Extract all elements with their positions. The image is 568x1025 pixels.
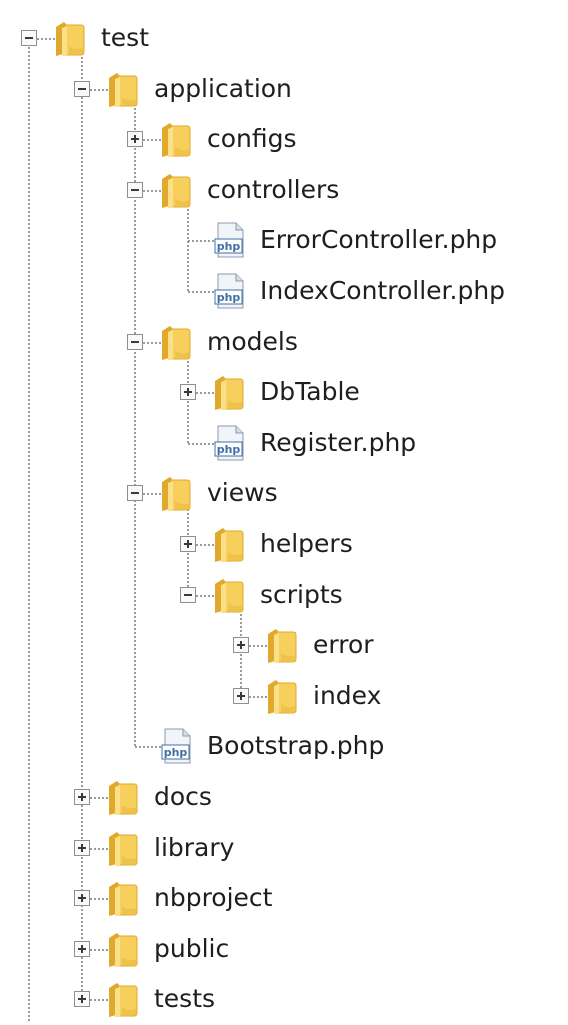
expand-index-toggle[interactable]	[233, 687, 249, 704]
tree-node-label[interactable]: Register.php	[260, 428, 416, 458]
tree-row-application[interactable]: application	[0, 65, 568, 115]
folder-icon	[159, 473, 193, 513]
tree-node-label[interactable]: IndexController.php	[260, 276, 505, 306]
expand-library-toggle[interactable]	[74, 839, 90, 856]
tree-row-library[interactable]: library	[0, 824, 568, 874]
collapse-views-toggle[interactable]	[127, 485, 143, 502]
folder-icon	[106, 878, 140, 918]
tree-node-label[interactable]: nbproject	[154, 883, 272, 913]
tree-row-error-controller[interactable]: php ErrorController.php	[0, 216, 568, 266]
collapse-test-toggle[interactable]	[21, 30, 37, 46]
folder-icon	[212, 524, 246, 564]
expand-error-toggle[interactable]	[233, 637, 249, 654]
tree-row-index[interactable]: index	[0, 672, 568, 722]
tree-node-label[interactable]: Bootstrap.php	[207, 731, 384, 761]
expand-tests-toggle[interactable]	[74, 991, 90, 1008]
php-file-icon: php	[159, 726, 193, 766]
expand-docs-toggle[interactable]	[74, 789, 90, 805]
tree-connector	[188, 442, 214, 445]
collapse-application-toggle[interactable]	[74, 80, 90, 97]
collapse-scripts-toggle[interactable]	[180, 586, 196, 603]
collapse-models-toggle[interactable]	[127, 333, 143, 350]
tree-node-label[interactable]: test	[101, 23, 149, 53]
tree-row-error[interactable]: error	[0, 621, 568, 671]
tree-node-label[interactable]: configs	[207, 124, 297, 154]
folder-icon	[106, 69, 140, 109]
folder-icon	[53, 18, 87, 58]
tree-row-index-controller[interactable]: php IndexController.php	[0, 267, 568, 317]
php-file-icon: php	[212, 220, 246, 260]
svg-text:php: php	[164, 746, 188, 759]
tree-node-label[interactable]: index	[313, 681, 381, 711]
folder-icon	[265, 676, 299, 716]
tree-row-docs[interactable]: docs	[0, 773, 568, 823]
expand-helpers-toggle[interactable]	[180, 536, 196, 552]
tree-row-models[interactable]: models	[0, 318, 568, 368]
tree-row-scripts[interactable]: scripts	[0, 571, 568, 621]
tree-node-label[interactable]: public	[154, 934, 229, 964]
tree-node-label[interactable]: views	[207, 478, 278, 508]
tree-node-label[interactable]: scripts	[260, 580, 343, 610]
tree-row-helpers[interactable]: helpers	[0, 520, 568, 570]
folder-icon	[159, 119, 193, 159]
folder-icon	[106, 929, 140, 969]
tree-node-label[interactable]: error	[313, 630, 374, 660]
expand-public-toggle[interactable]	[74, 940, 90, 957]
tree-node-label[interactable]: ErrorController.php	[260, 225, 497, 255]
svg-text:php: php	[217, 291, 241, 304]
tree-node-label[interactable]: library	[154, 833, 234, 863]
tree-node-label[interactable]: controllers	[207, 175, 339, 205]
tree-row-test[interactable]: test	[0, 14, 568, 64]
folder-icon	[212, 372, 246, 412]
tree-node-label[interactable]: tests	[154, 984, 215, 1014]
tree-row-nbproject[interactable]: nbproject	[0, 874, 568, 924]
php-file-icon: php	[212, 271, 246, 311]
folder-icon	[159, 170, 193, 210]
php-file-icon: php	[212, 423, 246, 463]
expand-dbtable-toggle[interactable]	[180, 384, 196, 401]
folder-icon	[106, 979, 140, 1019]
tree-node-label[interactable]: helpers	[260, 529, 353, 559]
svg-text:php: php	[217, 443, 241, 456]
tree-row-public[interactable]: public	[0, 925, 568, 975]
svg-text:php: php	[217, 240, 241, 253]
tree-connector	[135, 746, 161, 749]
tree-row-tests[interactable]: tests	[0, 975, 568, 1025]
folder-icon	[212, 575, 246, 615]
folder-icon	[159, 322, 193, 362]
tree-connector	[188, 291, 214, 293]
tree-node-label[interactable]: docs	[154, 782, 212, 812]
tree-node-label[interactable]: application	[154, 74, 292, 104]
project-tree: test application configs controllers php Erro…	[0, 0, 568, 1021]
tree-row-controllers[interactable]: controllers	[0, 166, 568, 216]
tree-row-dbtable[interactable]: DbTable	[0, 368, 568, 418]
tree-row-views[interactable]: views	[0, 469, 568, 519]
expand-configs-toggle[interactable]	[127, 131, 143, 148]
tree-node-label[interactable]: models	[207, 327, 298, 357]
expand-nbproject-toggle[interactable]	[74, 890, 90, 907]
tree-connector	[188, 240, 214, 243]
tree-row-register[interactable]: php Register.php	[0, 419, 568, 469]
tree-node-label[interactable]: DbTable	[260, 377, 360, 407]
folder-icon	[106, 828, 140, 868]
tree-row-configs[interactable]: configs	[0, 115, 568, 165]
tree-row-bootstrap[interactable]: php Bootstrap.php	[0, 722, 568, 772]
collapse-controllers-toggle[interactable]	[127, 181, 143, 198]
folder-icon	[265, 625, 299, 665]
folder-icon	[106, 777, 140, 817]
